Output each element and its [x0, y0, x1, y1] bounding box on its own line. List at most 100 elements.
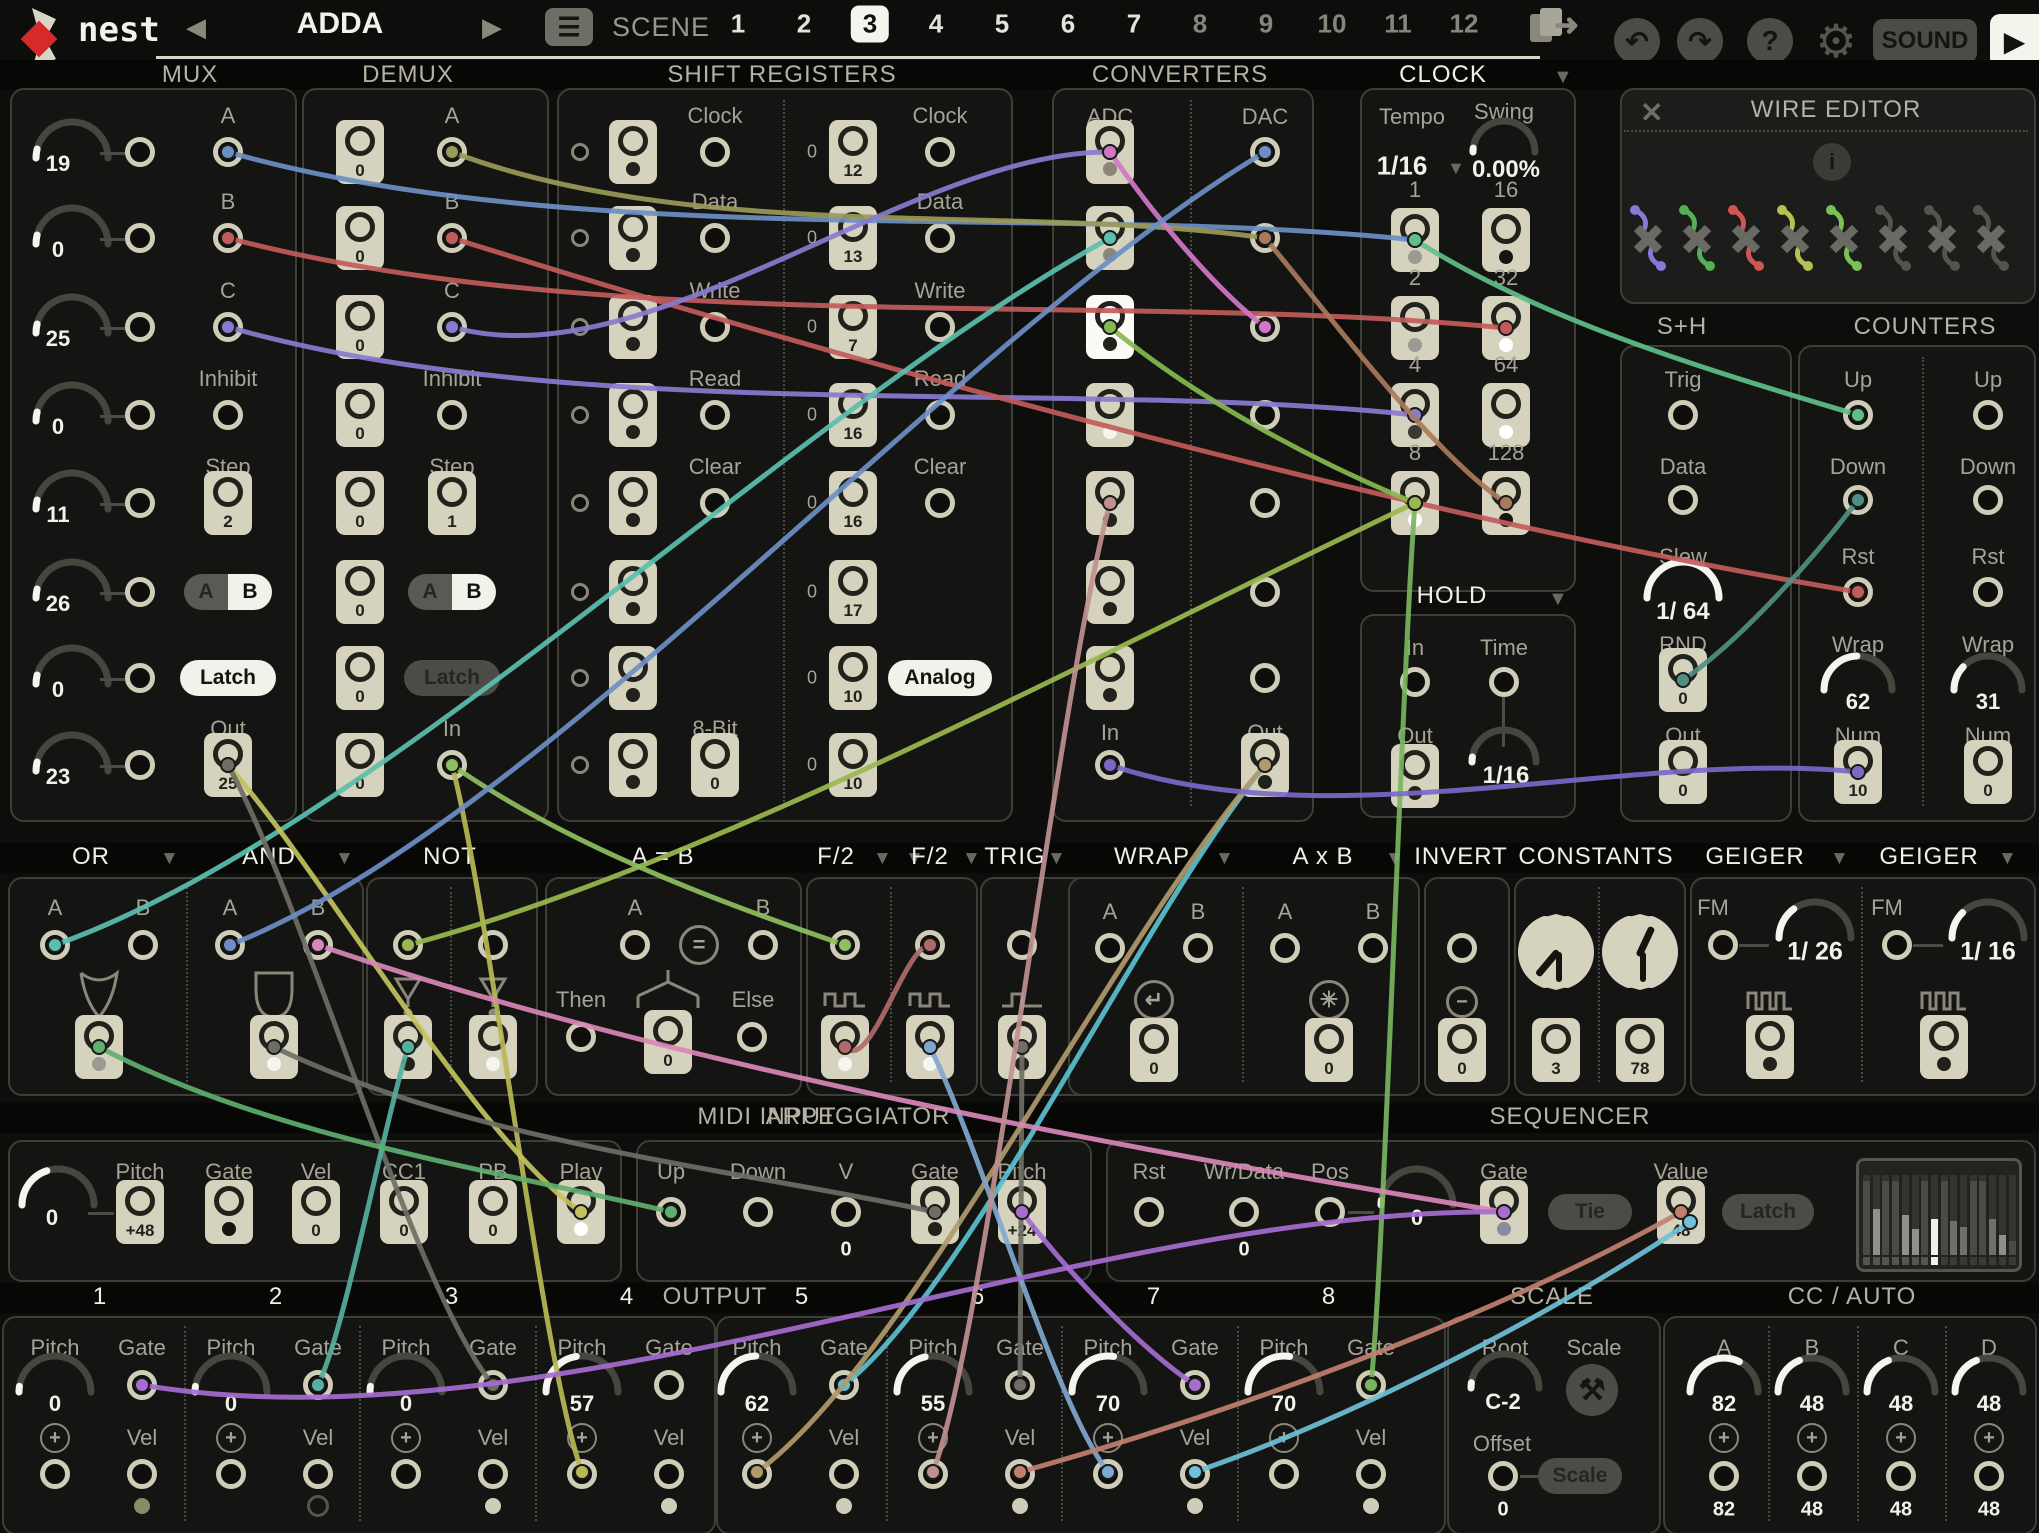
sr-digital-clock-port[interactable] — [700, 137, 730, 167]
wrap-a-port[interactable] — [1095, 933, 1125, 963]
hold-dropdown-icon[interactable]: ▼ — [1548, 588, 1568, 611]
wrap-out-port[interactable]: 0 — [1130, 1018, 1178, 1082]
sr-analog-write-port[interactable] — [925, 312, 955, 342]
seq-value-port[interactable]: 48 — [1657, 1180, 1705, 1244]
cc-a-port[interactable] — [1709, 1461, 1739, 1491]
scene-tab-11[interactable]: 11 — [1372, 6, 1424, 43]
output5-gate-port[interactable] — [829, 1370, 859, 1400]
sr-digital-port-3[interactable] — [609, 383, 657, 447]
seq-bar-3[interactable] — [1882, 1181, 1889, 1255]
output4-gate-port[interactable] — [654, 1370, 684, 1400]
counter1-rst-port[interactable] — [1843, 577, 1873, 607]
output7-vel-port[interactable] — [1180, 1459, 1210, 1489]
counter1-num-port[interactable]: 10 — [1834, 740, 1882, 804]
scene-tab-4[interactable]: 4 — [917, 6, 955, 43]
output3-pitch-mod-port[interactable] — [391, 1459, 421, 1489]
demux-out-port-3[interactable]: 0 — [336, 383, 384, 447]
output3-gate-port[interactable] — [478, 1370, 508, 1400]
sr-digital-tap-1[interactable] — [571, 229, 589, 247]
clock-div-port-8[interactable] — [1391, 471, 1439, 535]
sr-analog-data-port[interactable] — [925, 223, 955, 253]
counter1-down-port[interactable] — [1843, 485, 1873, 515]
scene-tab-10[interactable]: 10 — [1306, 6, 1359, 43]
arp-down-port[interactable] — [743, 1197, 773, 1227]
output2-pitch-mod-port[interactable] — [216, 1459, 246, 1489]
scene-tab-1[interactable]: 1 — [719, 6, 757, 43]
hold-in-port[interactable] — [1400, 667, 1430, 697]
f2a-in-port[interactable] — [830, 930, 860, 960]
clock-div-port-128[interactable] — [1482, 471, 1530, 535]
demux-port-Inhibit[interactable] — [437, 400, 467, 430]
output7-gate-port[interactable] — [1180, 1370, 1210, 1400]
midi-pb-port[interactable]: 0 — [469, 1180, 517, 1244]
output2-gate-port[interactable] — [303, 1370, 333, 1400]
arp-up-port[interactable] — [656, 1197, 686, 1227]
scene-copy-icon[interactable]: ➜ — [1528, 6, 1584, 50]
seq-rst-port[interactable] — [1134, 1197, 1164, 1227]
scene-tab-7[interactable]: 7 — [1115, 6, 1153, 43]
demux-in-port[interactable] — [437, 750, 467, 780]
mux-input-port-1[interactable] — [125, 223, 155, 253]
sr-analog-port-4[interactable]: 16 — [829, 471, 877, 535]
wire-editor-wire-6[interactable] — [1870, 200, 1916, 276]
aeqb-out-port[interactable]: 0 — [644, 1010, 692, 1074]
scale-offset-port[interactable] — [1488, 1461, 1518, 1491]
demux-latch-button[interactable]: Latch — [404, 660, 500, 696]
seq-bar-7[interactable] — [1921, 1181, 1928, 1255]
scene-tab-9[interactable]: 9 — [1247, 6, 1285, 43]
seq-bar-10[interactable] — [1950, 1221, 1957, 1255]
demux-out-port-6[interactable]: 0 — [336, 646, 384, 710]
mux-step-port[interactable]: 2 — [204, 471, 252, 535]
not1-in-port[interactable] — [393, 930, 423, 960]
output6-gate-port[interactable] — [1005, 1370, 1035, 1400]
output1-pitch-mod-port[interactable] — [40, 1459, 70, 1489]
preset-prev-icon[interactable]: ◀ — [186, 12, 206, 43]
constant1-out-port[interactable]: 3 — [1532, 1018, 1580, 1082]
mux-input-port-3[interactable] — [125, 400, 155, 430]
scene-tab-6[interactable]: 6 — [1049, 6, 1087, 43]
scene-tab-3[interactable]: 3 — [851, 6, 889, 43]
axb-b-port[interactable] — [1358, 933, 1388, 963]
mux-latch-button[interactable]: Latch — [180, 660, 276, 696]
wire-editor-wire-2[interactable] — [1674, 200, 1720, 276]
output6-vel-port[interactable] — [1005, 1459, 1035, 1489]
sr-8bit-port[interactable]: 0 — [691, 733, 739, 797]
constant2-out-port[interactable]: 78 — [1616, 1018, 1664, 1082]
cc-c-port[interactable] — [1886, 1461, 1916, 1491]
f2a-dropdown-icon[interactable]: ▼ — [873, 848, 892, 870]
aeqb-then-port[interactable] — [566, 1022, 596, 1052]
or-out-port[interactable] — [75, 1015, 123, 1079]
wire-editor-wire-7[interactable] — [1919, 200, 1965, 276]
output4-pitch-mod-port[interactable] — [567, 1459, 597, 1489]
wire-editor-wire-4[interactable] — [1772, 200, 1818, 276]
sr-digital-tap-4[interactable] — [571, 494, 589, 512]
invert-out-port[interactable]: 0 — [1438, 1018, 1486, 1082]
counter2-rst-port[interactable] — [1973, 577, 2003, 607]
scale-quantize-button[interactable]: Scale — [1538, 1458, 1622, 1494]
seq-bar-15[interactable] — [1999, 1235, 2006, 1255]
midi-gate-port[interactable] — [205, 1180, 253, 1244]
and-dropdown-icon[interactable]: ▼ — [335, 848, 354, 870]
sr-digital-write-port[interactable] — [700, 312, 730, 342]
clock-div-port-64[interactable] — [1482, 383, 1530, 447]
counter2-down-port[interactable] — [1973, 485, 2003, 515]
demux-out-port-1[interactable]: 0 — [336, 206, 384, 270]
wrap-b-port[interactable] — [1183, 933, 1213, 963]
mux-port-C[interactable] — [213, 312, 243, 342]
seq-bar-1[interactable] — [1863, 1181, 1870, 1255]
output8-vel-port[interactable] — [1356, 1459, 1386, 1489]
seq-bar-2[interactable] — [1873, 1209, 1880, 1255]
sr-digital-port-6[interactable] — [609, 646, 657, 710]
preset-name[interactable]: ADDA — [297, 7, 384, 41]
arp-v-port[interactable] — [831, 1197, 861, 1227]
sr-digital-tap-3[interactable] — [571, 406, 589, 424]
seq-bar-11[interactable] — [1960, 1227, 1967, 1255]
not1-out-port[interactable] — [384, 1015, 432, 1079]
midi-vel-port[interactable]: 0 — [292, 1180, 340, 1244]
geiger2-fm-port[interactable] — [1882, 930, 1912, 960]
wire-editor-info-icon[interactable]: i — [1813, 143, 1851, 181]
axb-dropdown-icon[interactable]: ▼ — [1385, 848, 1404, 870]
output8-gate-port[interactable] — [1356, 1370, 1386, 1400]
sr-analog-port-7[interactable]: 10 — [829, 733, 877, 797]
and-a-port[interactable] — [215, 930, 245, 960]
